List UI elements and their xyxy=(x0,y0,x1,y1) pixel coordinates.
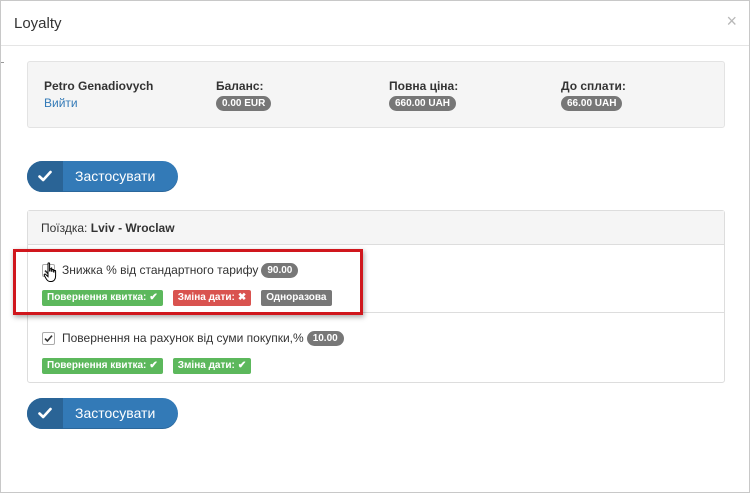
highlight-box xyxy=(13,249,363,315)
modal-header: Loyalty × xyxy=(1,1,749,46)
check-icon: ✔ xyxy=(149,360,158,371)
date-change-tag: Зміна дати: ✔ xyxy=(172,358,252,374)
discount-label: Повернення на рахунок від суми покупки,%… xyxy=(62,331,344,346)
discount-checkbox[interactable] xyxy=(42,332,55,345)
hand-pointer-icon xyxy=(43,262,57,282)
discount-name: Повернення на рахунок від суми покупки,% xyxy=(62,331,304,345)
discount-value-badge: 10.00 xyxy=(306,331,344,346)
balance-badge: 0.00 EUR xyxy=(216,96,272,111)
trip-heading: Поїздка: Lviv - Wroclaw xyxy=(28,211,724,245)
to-pay-badge: 66.00 UAH xyxy=(561,96,623,111)
user-block: Petro Genadiovych Вийти xyxy=(44,79,153,110)
close-icon[interactable]: × xyxy=(726,12,737,30)
to-pay-block: До сплати: 66.00 UAH xyxy=(561,79,626,111)
refund-tag: Повернення квитка: ✔ xyxy=(42,358,163,374)
apply-button-label: Застосувати xyxy=(75,405,156,421)
trip-prefix: Поїздка: xyxy=(41,221,88,235)
trip-route: Lviv - Wroclaw xyxy=(90,221,175,235)
loyalty-modal: Loyalty × Petro Genadiovych Вийти Баланс… xyxy=(0,0,750,493)
trip-title: Поїздка: Lviv - Wroclaw xyxy=(41,221,175,235)
check-icon xyxy=(27,398,63,429)
discount-tags: Повернення квитка: ✔ Зміна дати: ✔ xyxy=(42,356,261,374)
apply-button-label: Застосувати xyxy=(75,168,156,184)
full-price-label: Повна ціна: xyxy=(389,79,459,93)
apply-button-top[interactable]: Застосувати xyxy=(27,161,178,192)
full-price-block: Повна ціна: 660.00 UAH xyxy=(389,79,458,111)
summary-panel: Petro Genadiovych Вийти Баланс: 0.00 EUR… xyxy=(27,61,725,128)
balance-block: Баланс: 0.00 EUR xyxy=(216,79,272,111)
edge-marker xyxy=(1,62,4,63)
apply-button-bottom[interactable]: Застосувати xyxy=(27,398,178,429)
logout-link[interactable]: Вийти xyxy=(44,96,153,110)
to-pay-label: До сплати: xyxy=(561,79,626,93)
user-name: Petro Genadiovych xyxy=(44,79,154,93)
full-price-badge: 660.00 UAH xyxy=(389,96,457,111)
check-icon xyxy=(27,161,63,192)
balance-label: Баланс: xyxy=(216,79,264,93)
modal-title: Loyalty xyxy=(14,15,62,32)
check-icon: ✔ xyxy=(237,360,247,371)
